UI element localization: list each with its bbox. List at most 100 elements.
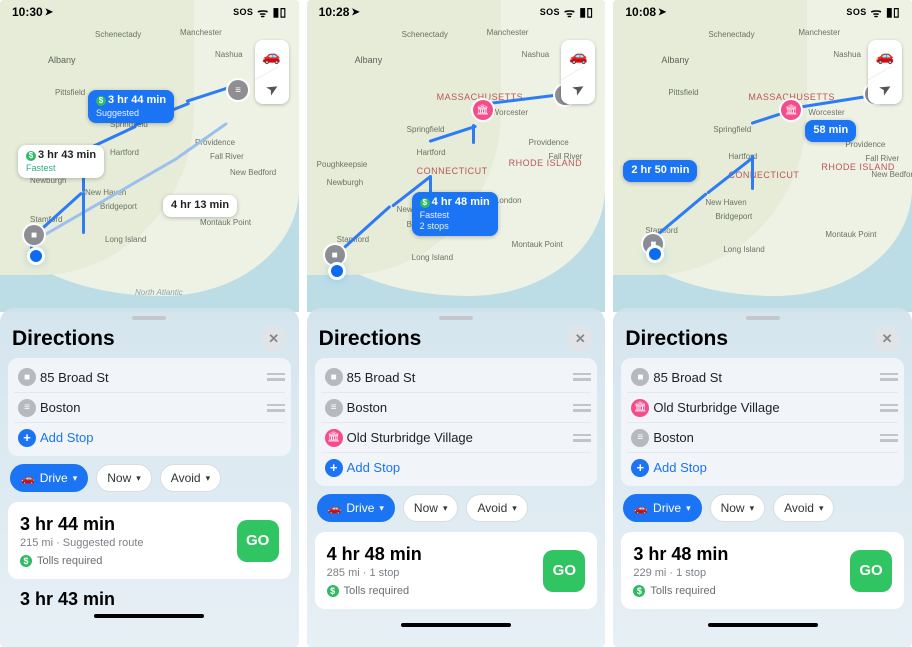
- drag-handle-icon[interactable]: [880, 404, 898, 412]
- avoid-chip[interactable]: Avoid▾: [466, 494, 527, 522]
- tolls-icon: $: [96, 96, 106, 106]
- route-callout[interactable]: 2 hr 50 min: [623, 160, 697, 182]
- drag-handle-icon[interactable]: [267, 404, 285, 412]
- status-time: 10:30: [12, 5, 43, 19]
- add-stop-row[interactable]: +Add Stop: [14, 422, 285, 452]
- stops-card: ■85 Broad St≡Boston🏛Old Sturbridge Villa…: [315, 358, 598, 486]
- map-pin[interactable]: ≡: [228, 80, 248, 100]
- grab-handle[interactable]: [132, 316, 166, 320]
- close-button[interactable]: ✕: [874, 326, 900, 352]
- drag-handle-icon[interactable]: [267, 373, 285, 381]
- chevron-down-icon: ▾: [73, 474, 78, 483]
- stop-row[interactable]: ≡Boston: [321, 392, 592, 422]
- stop-row[interactable]: ■85 Broad St: [627, 362, 898, 392]
- stop-row[interactable]: 🏛Old Sturbridge Village: [627, 392, 898, 422]
- map-view[interactable]: SchenectadyAlbanyManchesterNashuaPittsfi…: [0, 0, 299, 312]
- stop-row[interactable]: ■85 Broad St: [14, 362, 285, 392]
- car-mode-icon[interactable]: 🚗: [868, 40, 902, 72]
- drag-handle-icon[interactable]: [880, 434, 898, 442]
- route-segment: [751, 155, 754, 190]
- map-pin[interactable]: ■: [325, 245, 345, 265]
- route-callout[interactable]: 4 hr 13 min: [163, 195, 237, 217]
- home-indicator[interactable]: [401, 623, 511, 627]
- chevron-down-icon: ▾: [512, 504, 517, 513]
- sos-label: SOS: [233, 7, 253, 17]
- drive-mode-chip[interactable]: 🚗Drive▾: [317, 494, 395, 522]
- battery-icon: ▮▯: [579, 5, 593, 19]
- avoid-chip[interactable]: Avoid▾: [773, 494, 834, 522]
- drag-handle-icon[interactable]: [573, 434, 591, 442]
- map-pin[interactable]: ■: [24, 225, 44, 245]
- battery-icon: ▮▯: [886, 5, 900, 19]
- go-button[interactable]: GO: [543, 550, 585, 592]
- drag-handle-icon[interactable]: [573, 404, 591, 412]
- directions-sheet[interactable]: Directions✕■85 Broad St🏛Old Sturbridge V…: [613, 308, 912, 647]
- route-segment: [82, 192, 85, 234]
- drag-handle-icon[interactable]: [880, 373, 898, 381]
- depart-time-chip[interactable]: Now▾: [96, 464, 152, 492]
- map-view[interactable]: SchenectadyAlbanyManchesterNashuaPittsfi…: [613, 0, 912, 312]
- avoid-chip[interactable]: Avoid▾: [160, 464, 221, 492]
- stop-row[interactable]: ≡Boston: [14, 392, 285, 422]
- stop-label: 85 Broad St: [653, 370, 880, 385]
- grab-handle[interactable]: [746, 316, 780, 320]
- car-mode-icon[interactable]: 🚗: [561, 40, 595, 72]
- options-row: 🚗Drive▾ Now▾Avoid▾: [315, 494, 598, 532]
- route-callout[interactable]: $4 hr 48 minFastest2 stops: [412, 192, 498, 236]
- route-callout[interactable]: $3 hr 43 minFastest: [18, 145, 104, 178]
- stop-label: 85 Broad St: [40, 370, 267, 385]
- tolls-icon: $: [26, 151, 36, 161]
- stop-dot-icon: ≡: [325, 399, 343, 417]
- chevron-down-icon: ▾: [686, 504, 691, 513]
- stops-card: ■85 Broad St≡Boston+Add Stop: [8, 358, 291, 456]
- stop-dot-icon: 🏛: [325, 429, 343, 447]
- stop-label: 85 Broad St: [347, 370, 574, 385]
- drag-handle-icon[interactable]: [573, 373, 591, 381]
- close-button[interactable]: ✕: [567, 326, 593, 352]
- directions-sheet[interactable]: Directions ✕ ■85 Broad St≡Boston+Add Stop 🚗…: [0, 308, 299, 647]
- route-time: 3 hr 44 min: [20, 514, 227, 535]
- route-card[interactable]: 4 hr 48 min285 mi · 1 stop$Tolls require…: [315, 532, 598, 609]
- plus-icon: +: [631, 459, 649, 477]
- options-row: 🚗Drive▾ Now▾ Avoid▾: [8, 464, 291, 502]
- route-segment: [472, 124, 475, 144]
- go-button[interactable]: GO: [237, 520, 279, 562]
- phone-1: 10:30➤SOSᯤ▮▯SchenectadyAlbanyManchesterN…: [0, 0, 299, 647]
- route-callout[interactable]: 58 min: [805, 120, 856, 142]
- sheet-title: Directions: [12, 327, 115, 351]
- stop-row[interactable]: ■85 Broad St: [321, 362, 592, 392]
- stop-label: Old Sturbridge Village: [653, 400, 880, 415]
- depart-time-chip[interactable]: Now▾: [403, 494, 459, 522]
- add-stop-row[interactable]: + Add Stop: [321, 452, 592, 482]
- route-card-peek[interactable]: 3 hr 43 min: [8, 589, 291, 610]
- route-callout[interactable]: $3 hr 44 minSuggested: [88, 90, 174, 123]
- route-card[interactable]: 3 hr 48 min229 mi · 1 stop$Tolls require…: [621, 532, 904, 609]
- stop-row[interactable]: 🏛Old Sturbridge Village: [321, 422, 592, 452]
- home-indicator[interactable]: [94, 614, 204, 618]
- grab-handle[interactable]: [439, 316, 473, 320]
- map-view[interactable]: SchenectadyAlbanyManchesterNashuaMASSACH…: [307, 0, 606, 312]
- drive-mode-chip[interactable]: 🚗Drive▾: [623, 494, 701, 522]
- plus-icon: +: [325, 459, 343, 477]
- car-mode-icon[interactable]: 🚗: [255, 40, 289, 72]
- add-stop-row[interactable]: +Add Stop: [627, 452, 898, 482]
- depart-time-chip[interactable]: Now▾: [710, 494, 766, 522]
- status-bar: 10:28➤SOSᯤ▮▯: [307, 0, 606, 24]
- home-indicator[interactable]: [708, 623, 818, 627]
- options-row: 🚗Drive▾ Now▾Avoid▾: [621, 494, 904, 532]
- tolls-icon: $: [20, 555, 32, 567]
- chevron-down-icon: ▾: [750, 504, 755, 513]
- sos-label: SOS: [540, 7, 560, 17]
- directions-sheet[interactable]: Directions✕■85 Broad St≡Boston🏛Old Sturb…: [307, 308, 606, 647]
- route-card[interactable]: 3 hr 44 min215 mi · Suggested route$Toll…: [8, 502, 291, 579]
- close-button[interactable]: ✕: [261, 326, 287, 352]
- drive-mode-chip[interactable]: 🚗Drive▾: [10, 464, 88, 492]
- stop-label: Add Stop: [347, 460, 592, 475]
- route-subtitle: 229 mi · 1 stop: [633, 567, 840, 579]
- car-icon: 🚗: [328, 502, 342, 515]
- location-icon: ➤: [658, 7, 666, 18]
- stop-row[interactable]: ≡Boston: [627, 422, 898, 452]
- wifi-icon: ᯤ: [257, 4, 268, 21]
- map-pin[interactable]: 🏛: [473, 100, 493, 120]
- go-button[interactable]: GO: [850, 550, 892, 592]
